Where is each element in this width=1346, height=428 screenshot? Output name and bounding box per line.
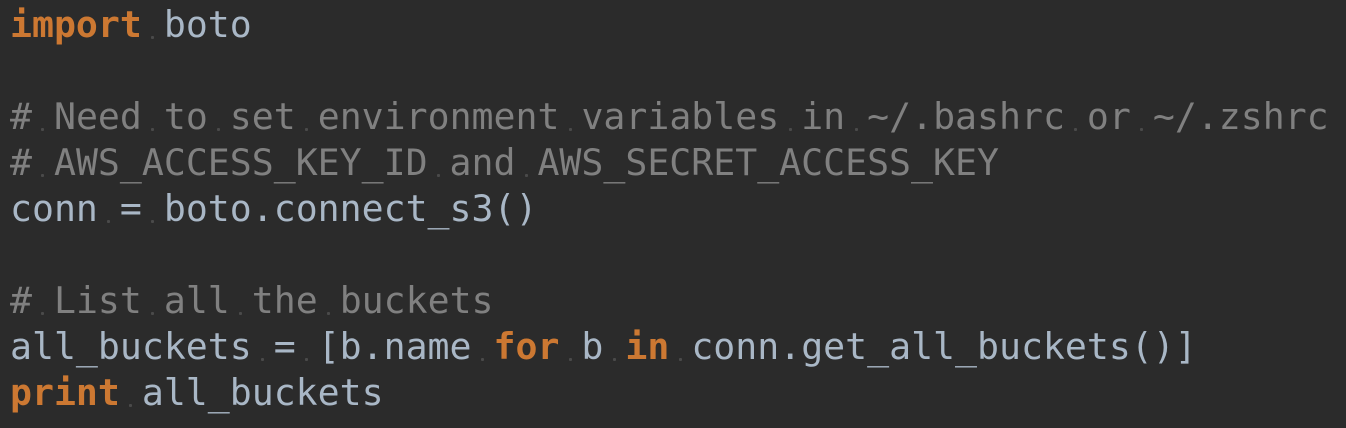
comment-token: environment [317,95,560,138]
comment-token: or [1086,95,1131,138]
whitespace-marker [142,95,164,138]
code-editor[interactable]: import boto​# Need to set environment va… [0,2,1346,428]
code-line[interactable]: all_buckets = [b.name for b in conn.get_… [10,324,1346,370]
code-token: conn.get_all_buckets()] [691,325,1197,368]
comment-token: ~/.zshrc [1152,95,1329,138]
whitespace-marker [1065,95,1087,138]
whitespace-marker [142,187,164,230]
whitespace-marker [779,95,801,138]
comment-token: AWS_ACCESS_KEY_ID [53,141,428,184]
whitespace-marker [428,141,450,184]
code-line[interactable]: # AWS_ACCESS_KEY_ID and AWS_SECRET_ACCES… [10,140,1346,186]
whitespace-marker [318,279,340,322]
keyword-token: print [10,371,120,414]
code-line[interactable]: print all_buckets [10,370,1346,416]
whitespace-marker [603,325,625,368]
comment-token: Need [53,95,142,138]
whitespace-marker [208,95,230,138]
code-token: [b.name [317,325,472,368]
code-token: = [119,187,142,230]
whitespace-marker [559,325,581,368]
comment-token: # [10,279,32,322]
code-token: conn [10,187,98,230]
comment-token: List [53,279,142,322]
whitespace-marker [32,141,54,184]
code-token: boto [163,3,252,46]
whitespace-marker [120,371,142,414]
comment-token: # [10,95,32,138]
whitespace-marker [142,3,164,46]
code-token: boto.connect_s3() [163,187,538,230]
whitespace-marker [472,325,494,368]
whitespace-marker [296,95,318,138]
whitespace-marker [1131,95,1153,138]
keyword-token: for [493,325,560,368]
whitespace-marker [230,279,252,322]
whitespace-marker [252,325,274,368]
comment-token: the [251,279,318,322]
code-line[interactable]: import boto [10,2,1346,48]
whitespace-marker [142,279,164,322]
comment-token: to [163,95,208,138]
comment-token: # [10,141,32,184]
comment-token: buckets [339,279,494,322]
comment-token: set [229,95,296,138]
keyword-token: import [10,3,142,46]
comment-token: ~/.bashrc [867,95,1065,138]
comment-token: AWS_SECRET_ACCESS_KEY [537,141,999,184]
code-token: b [581,325,604,368]
code-line[interactable]: ​ [10,48,1346,94]
comment-token: all [163,279,230,322]
whitespace-marker [845,95,867,138]
keyword-token: in [625,325,670,368]
whitespace-marker [32,279,54,322]
code-line[interactable]: conn = boto.connect_s3() [10,186,1346,232]
whitespace-marker [296,325,318,368]
code-token: all_buckets [10,325,252,368]
comment-token: and [449,141,516,184]
whitespace-marker [559,95,581,138]
comment-token: in [801,95,846,138]
whitespace-marker [98,187,120,230]
code-token: all_buckets [141,371,384,414]
code-line[interactable]: # List all the buckets [10,278,1346,324]
code-line[interactable]: ​ [10,232,1346,278]
comment-token: variables [581,95,780,138]
whitespace-marker [515,141,537,184]
code-line[interactable]: # Need to set environment variables in ~… [10,94,1346,140]
whitespace-marker [669,325,691,368]
whitespace-marker [32,95,54,138]
code-token: = [273,325,296,368]
